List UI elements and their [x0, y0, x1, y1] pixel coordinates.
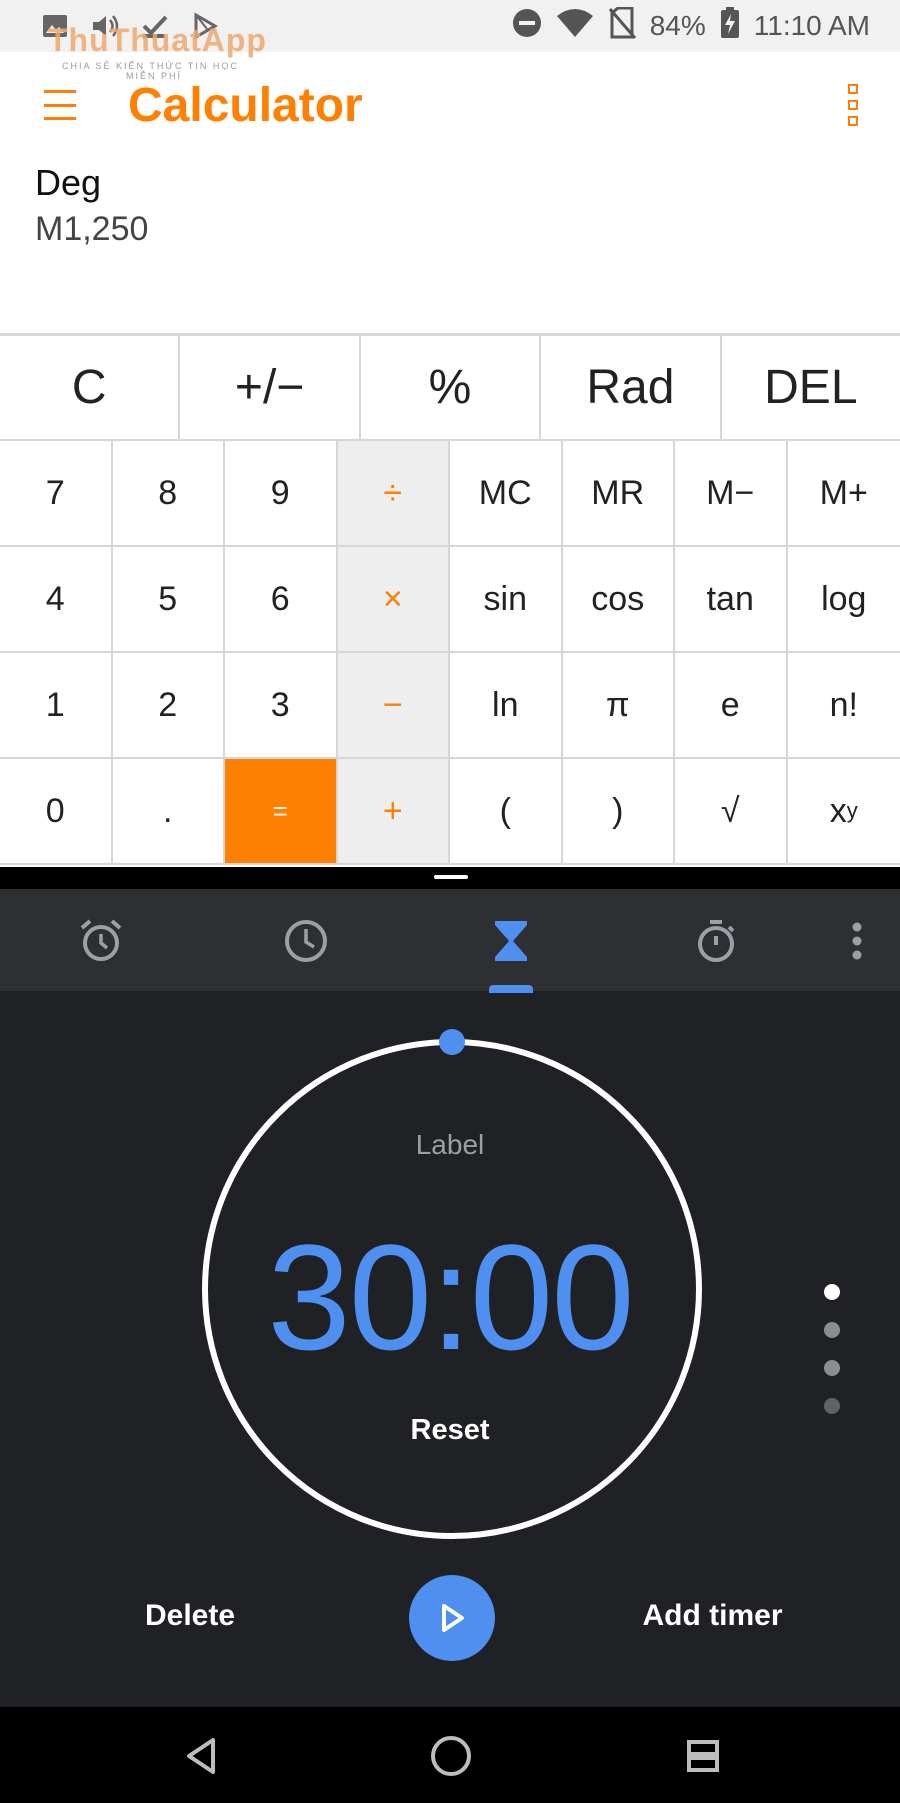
clock-time: 11:10 AM	[753, 10, 870, 41]
log-button[interactable]: log	[787, 547, 900, 653]
page-dot	[824, 1398, 840, 1414]
key-6[interactable]: 6	[225, 547, 338, 653]
angle-mode: Deg	[35, 162, 102, 203]
overflow-menu-icon[interactable]	[833, 917, 881, 965]
sign-toggle-button[interactable]: +/−	[178, 336, 359, 439]
delete-button[interactable]: Delete	[130, 1599, 250, 1633]
memory-add-button[interactable]: M+	[787, 441, 900, 547]
active-tab-indicator	[489, 985, 533, 993]
timer-actions: Delete Add timer	[0, 1569, 900, 1679]
alarm-icon[interactable]	[77, 917, 125, 965]
no-sim-icon	[608, 6, 636, 46]
split-screen-divider[interactable]	[0, 867, 900, 889]
memory-clear-button[interactable]: MC	[450, 441, 563, 547]
sin-button[interactable]: sin	[450, 547, 563, 653]
clear-button[interactable]: C	[0, 336, 179, 439]
calculator-display: Deg M1,250	[35, 162, 148, 249]
cos-button[interactable]: cos	[562, 547, 675, 653]
percent-button[interactable]: %	[358, 336, 540, 439]
open-paren-button[interactable]: (	[450, 759, 563, 865]
menu-icon[interactable]	[44, 90, 76, 120]
play-button[interactable]	[409, 1575, 495, 1661]
key-1[interactable]: 1	[0, 653, 113, 759]
memory-subtract-button[interactable]: M−	[675, 441, 788, 547]
pi-button[interactable]: π	[562, 653, 675, 759]
key-8[interactable]: 8	[112, 441, 225, 547]
battery-charging-icon	[720, 6, 740, 46]
key-3[interactable]: 3	[225, 653, 338, 759]
divider-handle[interactable]	[434, 875, 468, 879]
calculator-app-bar: Calculator	[0, 52, 900, 162]
page-dot-active	[824, 1284, 840, 1300]
add-button[interactable]: +	[337, 759, 450, 865]
reset-button[interactable]: Reset	[0, 1414, 900, 1447]
timer-label[interactable]: Label	[0, 1129, 900, 1161]
wifi-icon	[556, 8, 594, 45]
rad-deg-button[interactable]: Rad	[539, 336, 720, 439]
memory-value: M1,250	[35, 210, 149, 248]
factorial-button[interactable]: n!	[787, 653, 900, 759]
equals-button[interactable]: =	[225, 759, 338, 865]
ln-button[interactable]: ln	[450, 653, 563, 759]
stopwatch-icon[interactable]	[692, 917, 740, 965]
delete-button[interactable]: DEL	[719, 336, 900, 439]
subtract-button[interactable]: −	[337, 653, 450, 759]
e-button[interactable]: e	[675, 653, 788, 759]
key-9[interactable]: 9	[225, 441, 338, 547]
multiply-button[interactable]: ×	[337, 547, 450, 653]
clock-tab-bar	[0, 889, 900, 993]
timer-icon[interactable]	[487, 917, 535, 965]
key-5[interactable]: 5	[112, 547, 225, 653]
battery-percent: 84%	[649, 10, 706, 41]
clock-icon[interactable]	[282, 917, 330, 965]
app-title: Calculator	[128, 79, 363, 132]
power-base: x	[829, 791, 847, 830]
sqrt-button[interactable]: √	[675, 759, 788, 865]
home-icon[interactable]	[428, 1733, 474, 1779]
system-nav-bar	[0, 1707, 900, 1803]
power-exponent: y	[846, 798, 858, 823]
close-paren-button[interactable]: )	[562, 759, 675, 865]
add-timer-button[interactable]: Add timer	[620, 1599, 805, 1633]
timer-page-indicator	[824, 1284, 840, 1436]
function-row: C +/− % Rad DEL	[0, 336, 900, 441]
key-4[interactable]: 4	[0, 547, 113, 653]
timer-display: 30:00	[267, 1213, 634, 1381]
more-options-icon[interactable]	[845, 84, 861, 126]
timer-progress-knob	[439, 1029, 465, 1055]
do-not-disturb-icon	[512, 8, 542, 45]
tan-button[interactable]: tan	[675, 547, 788, 653]
calculator-keypad: C +/− % Rad DEL 7 8 9 ÷ MC MR M− M+ 4 5 …	[0, 333, 900, 867]
clock-app: Label 30:00 Reset Delete Add timer	[0, 889, 900, 1707]
key-2[interactable]: 2	[112, 653, 225, 759]
page-dot	[824, 1360, 840, 1376]
page-dot	[824, 1322, 840, 1338]
back-icon[interactable]	[178, 1733, 224, 1779]
keypad-grid: 7 8 9 ÷ MC MR M− M+ 4 5 6 × sin cos tan …	[0, 441, 900, 865]
power-button[interactable]: xy	[787, 759, 900, 865]
key-0[interactable]: 0	[0, 759, 113, 865]
memory-recall-button[interactable]: MR	[562, 441, 675, 547]
recents-split-icon[interactable]	[680, 1733, 726, 1779]
divide-button[interactable]: ÷	[337, 441, 450, 547]
key-7[interactable]: 7	[0, 441, 113, 547]
status-bar: ThuThuatApp CHIA SẺ KIẾN THỨC TIN HỌC MI…	[0, 0, 900, 81]
play-icon	[442, 1604, 464, 1632]
decimal-button[interactable]: .	[112, 759, 225, 865]
